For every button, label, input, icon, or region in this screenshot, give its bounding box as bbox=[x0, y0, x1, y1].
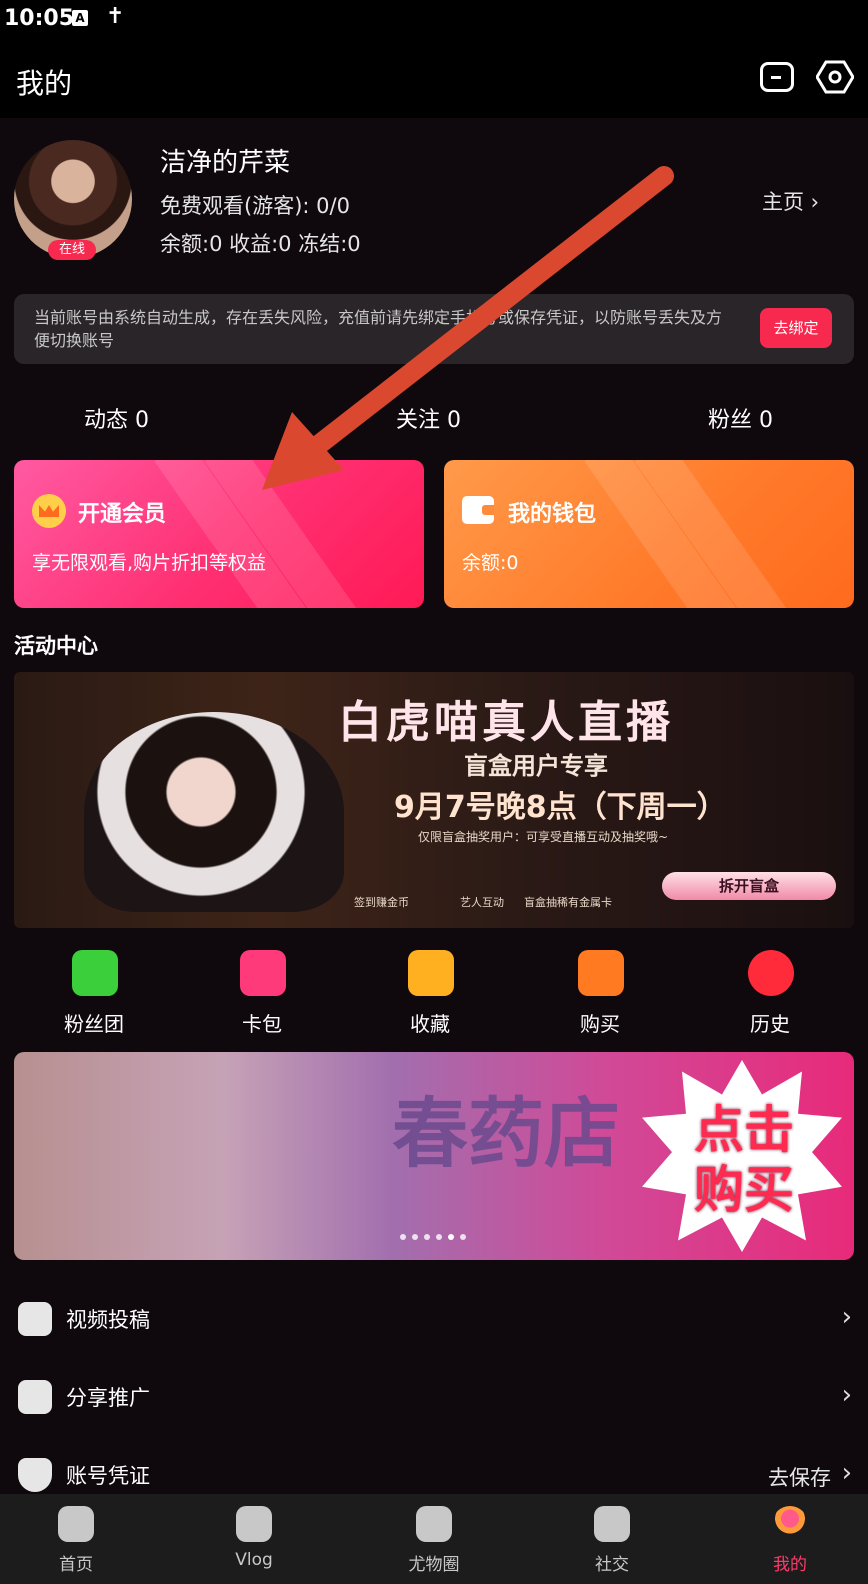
page-header: 我的 bbox=[0, 40, 868, 118]
profile-icon bbox=[772, 1506, 808, 1542]
quick-label: 卡包 bbox=[242, 1012, 282, 1036]
quick-label: 粉丝团 bbox=[64, 1012, 124, 1036]
nav-label: Vlog bbox=[235, 1550, 273, 1570]
chevron-right-icon: › bbox=[841, 1458, 852, 1488]
nav-mine[interactable]: 我的 bbox=[730, 1494, 850, 1584]
live-stream-banner[interactable]: 白虎喵真人直播 盲盒用户专享 9月7号晚8点（下周一） 仅限盲盒抽奖用户：可享受… bbox=[14, 672, 854, 928]
shield-icon bbox=[18, 1458, 52, 1492]
vip-card[interactable]: 开通会员 享无限观看,购片折扣等权益 bbox=[14, 460, 424, 608]
history-icon[interactable] bbox=[748, 950, 794, 996]
online-badge: 在线 bbox=[48, 240, 96, 260]
homepage-link[interactable]: 主页 › bbox=[762, 186, 819, 216]
menu-share-promote[interactable]: 分享推广 › bbox=[0, 1362, 868, 1432]
shop-banner[interactable]: 春药店 点击购买 bbox=[14, 1052, 854, 1260]
purchase-icon[interactable] bbox=[578, 950, 624, 996]
nav-home[interactable]: 首页 bbox=[16, 1494, 136, 1584]
carousel-dot[interactable] bbox=[460, 1234, 466, 1240]
balance-summary: 余额:0 收益:0 冻结:0 bbox=[160, 232, 361, 256]
live-banner-date: 9月7号晚8点（下周一） bbox=[394, 790, 727, 825]
username: 洁净的芹菜 bbox=[160, 148, 291, 178]
menu-video-upload[interactable]: 视频投稿 › bbox=[0, 1284, 868, 1354]
card-pack-icon[interactable] bbox=[240, 950, 286, 996]
stat-following[interactable]: 关注 0 bbox=[396, 402, 461, 434]
fan-club-icon[interactable] bbox=[72, 950, 118, 996]
carousel-dot[interactable] bbox=[424, 1234, 430, 1240]
carousel-dot[interactable] bbox=[400, 1234, 406, 1240]
notice-text: 当前账号由系统自动生成，存在丢失风险，充值前请先绑定手机号或保存凭证，以防账号丢… bbox=[34, 308, 723, 350]
nav-social[interactable]: 社交 bbox=[552, 1494, 672, 1584]
activity-center-title: 活动中心 bbox=[14, 634, 98, 658]
nav-vlog[interactable]: Vlog bbox=[194, 1494, 314, 1584]
wallet-card-title: 我的钱包 bbox=[508, 502, 597, 527]
quick-label: 收藏 bbox=[410, 1012, 450, 1036]
share-icon bbox=[18, 1380, 52, 1414]
nav-label: 首页 bbox=[59, 1555, 93, 1575]
chevron-right-icon: › bbox=[841, 1302, 852, 1332]
status-time: 10:05 bbox=[4, 6, 75, 31]
crown-icon bbox=[32, 494, 66, 528]
message-icon[interactable] bbox=[760, 62, 794, 92]
nav-circle[interactable]: 尤物圈 bbox=[374, 1494, 494, 1584]
stat-followers[interactable]: 粉丝 0 bbox=[708, 402, 773, 434]
nav-label: 尤物圈 bbox=[408, 1555, 460, 1575]
accessibility-icon: ✝ bbox=[106, 4, 125, 29]
carousel-dot[interactable] bbox=[412, 1234, 418, 1240]
menu-label: 账号凭证 bbox=[66, 1464, 150, 1488]
nav-label: 我的 bbox=[773, 1555, 807, 1575]
status-bar: 10:05 A ✝ bbox=[0, 0, 868, 40]
live-feature: 签到赚金币 bbox=[354, 896, 409, 909]
planet-icon bbox=[594, 1506, 630, 1542]
favorites-icon[interactable] bbox=[408, 950, 454, 996]
play-icon bbox=[236, 1506, 272, 1542]
vip-card-title: 开通会员 bbox=[78, 502, 167, 527]
account-notice: 当前账号由系统自动生成，存在丢失风险，充值前请先绑定手机号或保存凭证，以防账号丢… bbox=[14, 294, 854, 364]
chevron-right-icon: › bbox=[841, 1380, 852, 1410]
carousel-dot[interactable] bbox=[436, 1234, 442, 1240]
shop-banner-title: 春药店 bbox=[392, 1089, 620, 1178]
live-banner-subtitle: 盲盒用户专享 bbox=[464, 752, 608, 780]
upload-icon bbox=[18, 1302, 52, 1336]
live-banner-note: 仅限盲盒抽奖用户：可享受直播互动及抽奖哦~ bbox=[418, 830, 669, 844]
page-title: 我的 bbox=[16, 67, 73, 100]
vip-card-subtitle: 享无限观看,购片折扣等权益 bbox=[32, 552, 267, 574]
home-icon bbox=[58, 1506, 94, 1542]
settings-icon[interactable] bbox=[816, 60, 854, 94]
notification-a-icon: A bbox=[72, 10, 88, 26]
wallet-card[interactable]: 我的钱包 余额:0 bbox=[444, 460, 854, 608]
carousel-dot-active[interactable] bbox=[448, 1234, 454, 1240]
stat-posts[interactable]: 动态 0 bbox=[84, 402, 149, 434]
menu-label: 视频投稿 bbox=[66, 1308, 150, 1332]
live-banner-title: 白虎喵真人直播 bbox=[338, 697, 674, 748]
save-credential-link[interactable]: 去保存 bbox=[768, 1462, 831, 1492]
heart-icon bbox=[416, 1506, 452, 1542]
wallet-icon bbox=[462, 496, 494, 524]
wallet-card-subtitle: 余额:0 bbox=[462, 552, 519, 574]
live-feature: 艺人互动 bbox=[460, 896, 504, 909]
nav-label: 社交 bbox=[595, 1555, 629, 1575]
bottom-nav: 首页 Vlog 尤物圈 社交 我的 bbox=[0, 1494, 868, 1584]
open-blind-box-button[interactable]: 拆开盲盒 bbox=[662, 872, 836, 900]
live-feature: 盲盒抽稀有金属卡 bbox=[524, 896, 612, 909]
bind-account-button[interactable]: 去绑定 bbox=[760, 308, 832, 348]
quick-label: 购买 bbox=[580, 1012, 620, 1036]
shop-banner-cta: 点击购买 bbox=[694, 1101, 794, 1219]
quick-label: 历史 bbox=[750, 1012, 790, 1036]
free-watch-count: 免费观看(游客): 0/0 bbox=[160, 194, 350, 218]
menu-label: 分享推广 bbox=[66, 1386, 150, 1410]
